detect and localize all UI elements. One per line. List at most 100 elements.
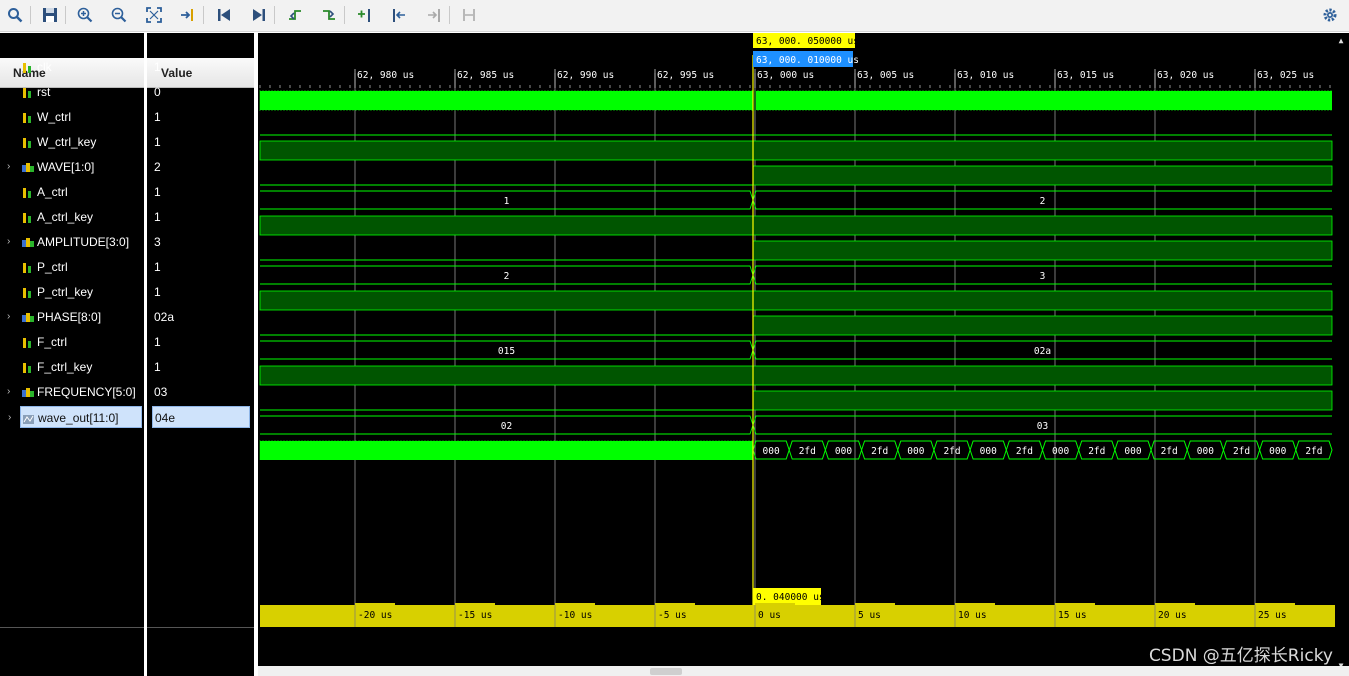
signal-name: A_ctrl bbox=[37, 185, 68, 199]
expand-chevron-icon[interactable]: › bbox=[7, 231, 10, 253]
relative-tick-label: 0 us bbox=[758, 610, 781, 621]
signal-value[interactable]: 2 bbox=[154, 156, 250, 178]
bus-value-label: 03 bbox=[1037, 421, 1048, 432]
signal-name: W_ctrl bbox=[37, 110, 71, 124]
signal-row[interactable]: W_ctrl_key bbox=[0, 131, 144, 153]
signal-name: WAVE[1:0] bbox=[37, 160, 95, 174]
waveform-canvas[interactable]: 62, 980 us 62, 985 us 62, 990 us 62, 995 us… bbox=[258, 33, 1349, 666]
bus-value-label: 2fd bbox=[1016, 446, 1033, 457]
signal-icon bbox=[22, 60, 34, 74]
signal-name-panel: Name clkrstW_ctrlW_ctrl_key›WAVE[1:0]A_c… bbox=[0, 33, 144, 676]
goto-cursor-icon[interactable] bbox=[178, 5, 198, 25]
signal-value[interactable]: 1 bbox=[154, 331, 250, 353]
zoom-out-icon[interactable] bbox=[109, 5, 129, 25]
gear-icon[interactable] bbox=[1320, 5, 1340, 25]
time-tick-label: 62, 995 us bbox=[657, 70, 714, 81]
signal-value[interactable]: 1 bbox=[154, 281, 250, 303]
bus-value-label: 2fd bbox=[1088, 446, 1105, 457]
watermark: CSDN @五亿探长Ricky bbox=[1148, 646, 1333, 666]
signal-row[interactable]: P_ctrl_key bbox=[0, 281, 144, 303]
signal-name: rst bbox=[37, 85, 51, 99]
bus-value-label: 1 bbox=[504, 196, 510, 207]
bus-value-label: 2 bbox=[504, 271, 510, 282]
goto-end-icon[interactable] bbox=[249, 5, 269, 25]
signal-value[interactable]: 1 bbox=[154, 181, 250, 203]
analog-bus-icon bbox=[23, 411, 35, 425]
zoom-in-icon[interactable] bbox=[75, 5, 95, 25]
relative-tick-mark bbox=[1255, 603, 1295, 607]
time-tick-label: 62, 990 us bbox=[557, 70, 614, 81]
relative-tick-label: 20 us bbox=[1158, 610, 1187, 621]
waveform-high bbox=[259, 365, 1333, 386]
signal-icon bbox=[22, 285, 34, 299]
bus-value-label: 2fd bbox=[1233, 446, 1250, 457]
bus-value-label: 000 bbox=[1269, 446, 1286, 457]
signal-value[interactable]: 1 bbox=[154, 356, 250, 378]
clock-waveform bbox=[756, 91, 1332, 110]
signal-row[interactable]: › wave_out[11:0] bbox=[8, 406, 142, 428]
signal-value-panel: Value 1 0 1 1 2 1 1 3 1 1 02a 1 1 03 04e bbox=[147, 33, 254, 676]
signal-value[interactable]: 1 bbox=[154, 56, 250, 78]
bus-value-label: 02 bbox=[501, 421, 512, 432]
signal-row[interactable]: A_ctrl_key bbox=[0, 206, 144, 228]
signal-row[interactable]: clk bbox=[0, 56, 144, 78]
bus-value-label: 000 bbox=[1197, 446, 1214, 457]
scrollbar-thumb[interactable] bbox=[650, 668, 682, 675]
signal-value[interactable]: 03 bbox=[154, 381, 250, 403]
divider bbox=[147, 627, 254, 628]
relative-tick-mark bbox=[755, 603, 795, 607]
signal-row[interactable]: rst bbox=[0, 81, 144, 103]
expand-chevron-icon[interactable]: › bbox=[8, 407, 11, 429]
signal-row[interactable]: A_ctrl bbox=[0, 181, 144, 203]
prev-marker-icon[interactable] bbox=[389, 5, 409, 25]
signal-value[interactable]: 0 bbox=[154, 81, 250, 103]
signal-value[interactable]: 1 bbox=[154, 206, 250, 228]
toolbar-separator bbox=[274, 6, 275, 24]
relative-tick-label: 25 us bbox=[1258, 610, 1287, 621]
zoom-fit-icon[interactable] bbox=[144, 5, 164, 25]
relative-tick-mark bbox=[1055, 603, 1095, 607]
save-icon[interactable] bbox=[40, 5, 60, 25]
signal-row[interactable]: F_ctrl bbox=[0, 331, 144, 353]
divider bbox=[0, 627, 144, 628]
waveform-svg: 62, 980 us 62, 985 us 62, 990 us 62, 995 us… bbox=[259, 33, 1344, 666]
next-transition-icon[interactable] bbox=[319, 5, 339, 25]
signal-row[interactable]: › WAVE[1:0] bbox=[0, 156, 144, 178]
bus-value-label: 015 bbox=[498, 346, 515, 357]
waveform-high bbox=[259, 140, 1333, 161]
bus-value-label: 2fd bbox=[799, 446, 816, 457]
signal-row[interactable]: › FREQUENCY[5:0] bbox=[0, 381, 144, 403]
expand-chevron-icon[interactable]: › bbox=[7, 306, 10, 328]
signal-row[interactable]: W_ctrl bbox=[0, 106, 144, 128]
add-marker-icon[interactable] bbox=[355, 5, 375, 25]
expand-chevron-icon[interactable]: › bbox=[7, 381, 10, 403]
signal-name: A_ctrl_key bbox=[37, 210, 94, 224]
relative-tick-label: 10 us bbox=[958, 610, 987, 621]
next-marker-icon[interactable] bbox=[424, 5, 444, 25]
signal-row[interactable]: › AMPLITUDE[3:0] bbox=[0, 231, 144, 253]
signal-icon bbox=[22, 135, 34, 149]
signal-row[interactable]: F_ctrl_key bbox=[0, 356, 144, 378]
signal-value[interactable]: 1 bbox=[154, 256, 250, 278]
bus-icon bbox=[22, 310, 34, 324]
scroll-up-icon: ▲ bbox=[1339, 36, 1344, 45]
swap-cursors-icon[interactable] bbox=[459, 5, 479, 25]
signal-value[interactable]: 02a bbox=[154, 306, 250, 328]
expand-chevron-icon[interactable]: › bbox=[7, 156, 10, 178]
search-icon[interactable] bbox=[5, 5, 25, 25]
toolbar-separator bbox=[344, 6, 345, 24]
relative-tick-mark bbox=[655, 603, 695, 607]
signal-value[interactable]: 1 bbox=[154, 106, 250, 128]
signal-row[interactable]: › PHASE[8:0] bbox=[0, 306, 144, 328]
signal-icon bbox=[22, 260, 34, 274]
signal-name: clk bbox=[37, 60, 52, 74]
signal-name: P_ctrl bbox=[37, 260, 68, 274]
signal-value[interactable]: 1 bbox=[154, 131, 250, 153]
signal-value[interactable]: 3 bbox=[154, 231, 250, 253]
goto-start-icon[interactable] bbox=[214, 5, 234, 25]
prev-transition-icon[interactable] bbox=[285, 5, 305, 25]
signal-value[interactable]: 04e bbox=[152, 406, 250, 428]
toolbar-separator bbox=[65, 6, 66, 24]
horizontal-scrollbar[interactable] bbox=[258, 666, 1349, 676]
signal-row[interactable]: P_ctrl bbox=[0, 256, 144, 278]
